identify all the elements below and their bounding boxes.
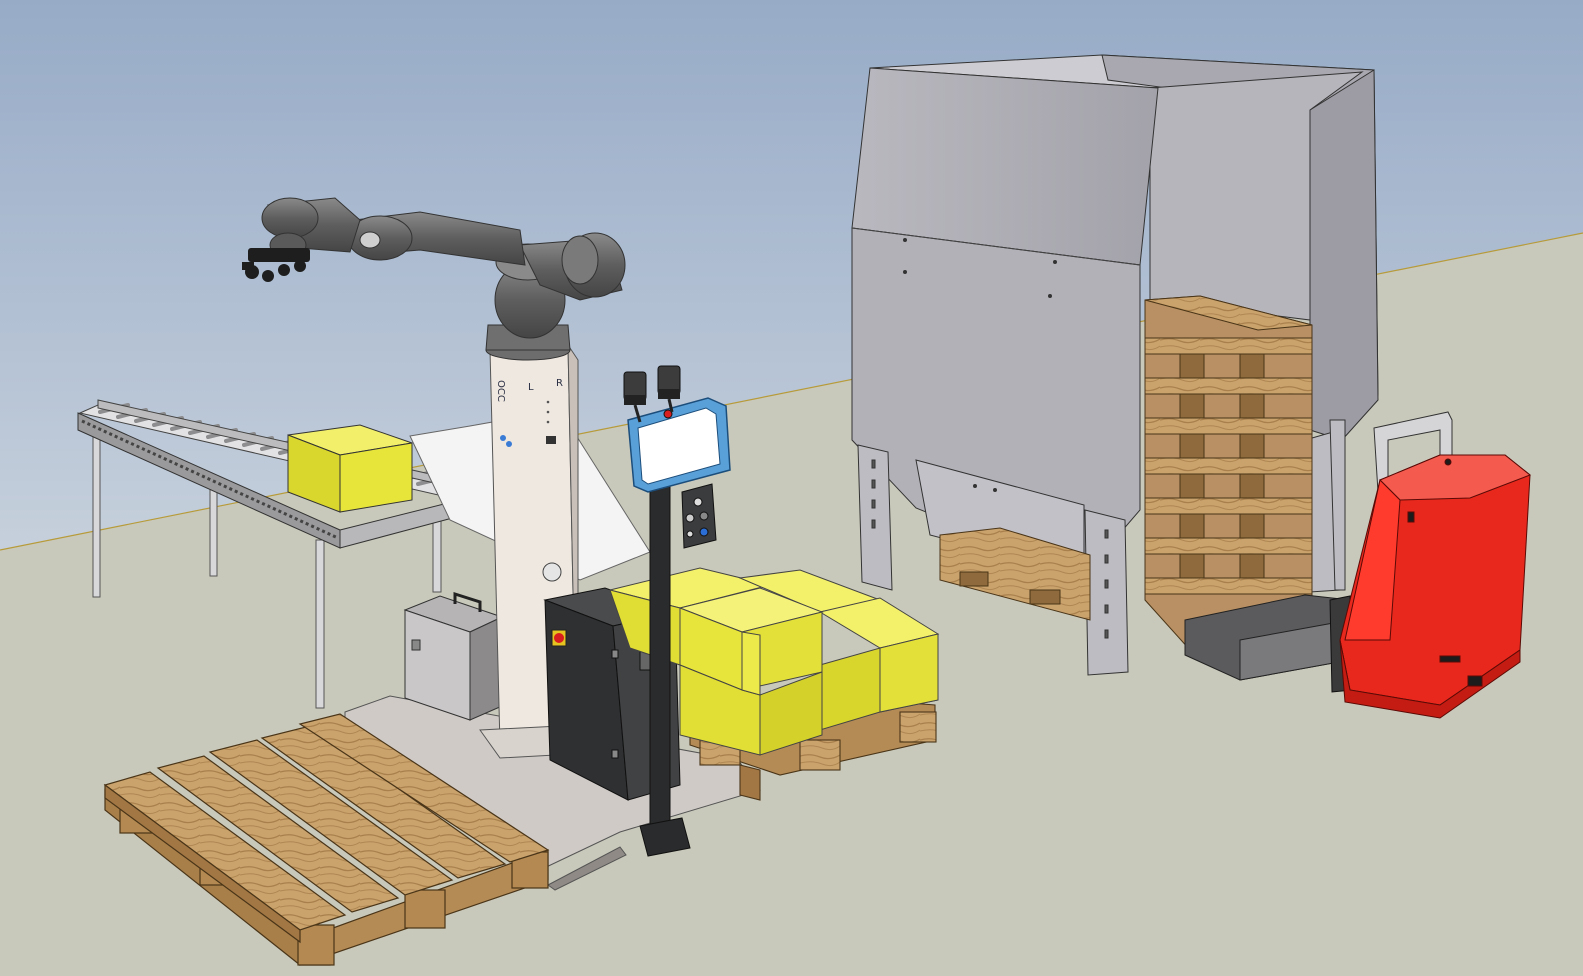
carton-on-conveyor[interactable] bbox=[287, 424, 413, 513]
operator-button-box[interactable] bbox=[681, 483, 717, 549]
pallet-stack[interactable] bbox=[1144, 295, 1313, 651]
emergency-stop-icon[interactable] bbox=[551, 629, 567, 647]
column-brand-text: OCC bbox=[495, 380, 506, 402]
column-label-r: R bbox=[556, 378, 563, 389]
column-port-icon bbox=[542, 562, 562, 582]
cad-3d-viewport[interactable]: L R OCC bbox=[0, 0, 1583, 976]
column-label-l: L bbox=[528, 382, 534, 393]
electrical-enclosure[interactable] bbox=[403, 591, 504, 721]
palletizing-cell-scene: L R OCC bbox=[0, 0, 1583, 976]
